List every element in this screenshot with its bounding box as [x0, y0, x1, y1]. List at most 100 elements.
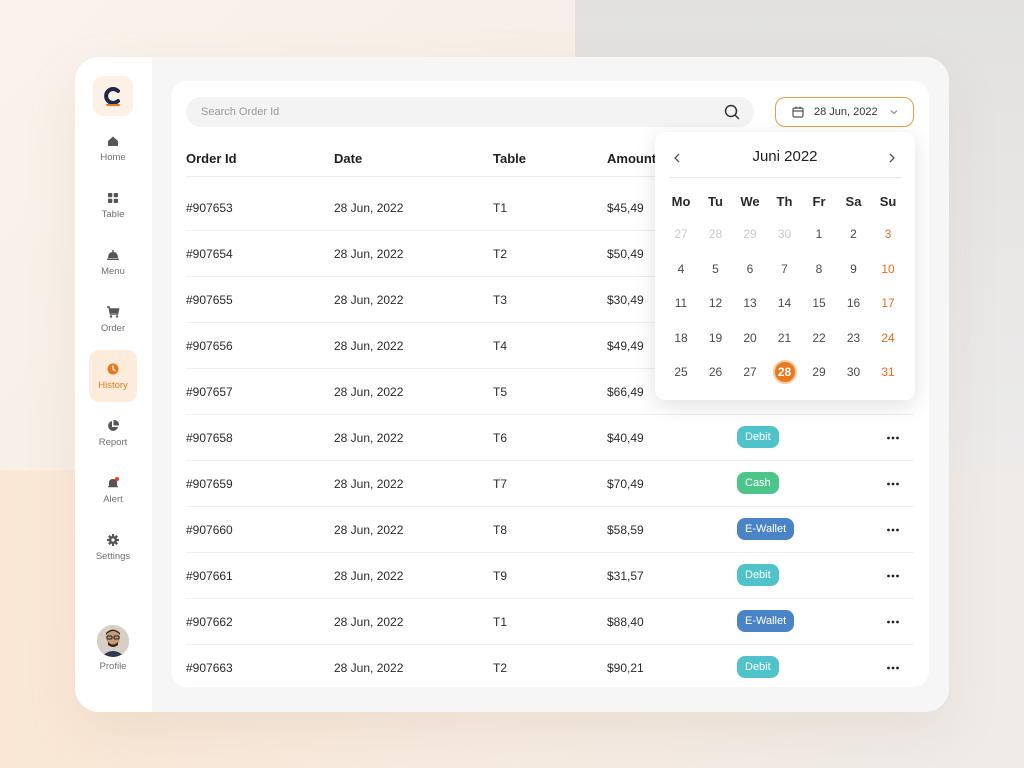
- profile-label[interactable]: Profile: [89, 661, 137, 672]
- payment-badge: Cash: [737, 472, 779, 494]
- more-options-icon[interactable]: [886, 661, 900, 675]
- avatar[interactable]: [97, 625, 129, 657]
- cell-amount: $45,49: [607, 201, 644, 215]
- table-row[interactable]: #907662 28 Jun, 2022 T1 $88,40 E-Wallet: [186, 599, 914, 645]
- calendar-day[interactable]: 27: [738, 360, 762, 384]
- date-picker-popup: Juni 2022 Mo Tu We Th Fr Sa Su 27 28 29 30 1 2 3 4 5 6 7 8…: [655, 132, 915, 400]
- calendar-day[interactable]: 30: [842, 360, 866, 384]
- cell-amount: $31,57: [607, 569, 644, 583]
- calendar-day[interactable]: 21: [773, 326, 797, 350]
- cell-table: T8: [493, 523, 508, 537]
- sidebar-item-order[interactable]: Order: [89, 293, 137, 345]
- header-amount[interactable]: Amount: [607, 151, 656, 166]
- calendar-day[interactable]: 19: [704, 326, 728, 350]
- header-order-id[interactable]: Order Id: [186, 151, 237, 166]
- cell-amount: $40,49: [607, 431, 644, 445]
- cell-order-id: #907654: [186, 247, 233, 261]
- calendar-day[interactable]: 5: [704, 257, 728, 281]
- sidebar-item-history[interactable]: History: [89, 350, 137, 402]
- cell-table: T7: [493, 477, 508, 491]
- search-input[interactable]: [201, 97, 701, 127]
- bell-icon: [108, 476, 119, 487]
- calendar-day[interactable]: 9: [842, 257, 866, 281]
- calendar-day[interactable]: 30: [773, 222, 797, 246]
- calendar-day[interactable]: 17: [876, 291, 900, 315]
- table-row[interactable]: #907660 28 Jun, 2022 T8 $58,59 E-Wallet: [186, 507, 914, 553]
- cell-date: 28 Jun, 2022: [334, 247, 404, 261]
- calendar-day[interactable]: 3: [876, 222, 900, 246]
- cell-order-id: #907658: [186, 431, 233, 445]
- table-row[interactable]: #907663 28 Jun, 2022 T2 $90,21 Debit: [186, 645, 914, 687]
- cell-date: 28 Jun, 2022: [334, 477, 404, 491]
- calendar-day-selected[interactable]: 28: [772, 360, 797, 384]
- cell-table: T1: [493, 615, 508, 629]
- calendar-icon: [792, 106, 804, 118]
- cell-amount: $30,49: [607, 293, 644, 307]
- cell-order-id: #907663: [186, 661, 233, 675]
- calendar-day[interactable]: 7: [773, 257, 797, 281]
- sidebar-item-menu[interactable]: Menu: [89, 236, 137, 288]
- sidebar-item-table[interactable]: Table: [89, 179, 137, 231]
- more-options-icon[interactable]: [886, 477, 900, 491]
- sidebar-item-label: History: [98, 379, 128, 391]
- logo-icon: [104, 87, 120, 106]
- calendar-day[interactable]: 29: [738, 222, 762, 246]
- calendar-day[interactable]: 29: [807, 360, 831, 384]
- date-filter-button[interactable]: 28 Jun, 2022: [775, 97, 914, 127]
- sidebar-item-home[interactable]: Home: [89, 122, 137, 174]
- header-date[interactable]: Date: [334, 151, 362, 166]
- calendar-divider: [669, 177, 901, 178]
- header-table[interactable]: Table: [493, 151, 526, 166]
- calendar-day[interactable]: 18: [669, 326, 693, 350]
- table-row[interactable]: #907661 28 Jun, 2022 T9 $31,57 Debit: [186, 553, 914, 599]
- calendar-day[interactable]: 28: [704, 222, 728, 246]
- cell-order-id: #907660: [186, 523, 233, 537]
- calendar-day[interactable]: 16: [842, 291, 866, 315]
- calendar-day[interactable]: 10: [876, 257, 900, 281]
- calendar-day[interactable]: 12: [704, 291, 728, 315]
- sidebar-item-label: Alert: [103, 493, 123, 505]
- calendar-day[interactable]: 20: [738, 326, 762, 350]
- cloche-icon: [107, 249, 119, 260]
- calendar-day[interactable]: 15: [807, 291, 831, 315]
- calendar-day[interactable]: 6: [738, 257, 762, 281]
- calendar-day[interactable]: 24: [876, 326, 900, 350]
- calendar-day[interactable]: 1: [807, 222, 831, 246]
- calendar-day[interactable]: 22: [807, 326, 831, 350]
- avatar-image: [97, 625, 129, 657]
- cell-table: T2: [493, 247, 508, 261]
- more-options-icon[interactable]: [886, 569, 900, 583]
- cell-order-id: #907655: [186, 293, 233, 307]
- sidebar-item-report[interactable]: Report: [89, 407, 137, 459]
- cell-date: 28 Jun, 2022: [334, 661, 404, 675]
- calendar-day[interactable]: 13: [738, 291, 762, 315]
- sidebar-item-alert[interactable]: Alert: [89, 464, 137, 516]
- sidebar-item-settings[interactable]: Settings: [89, 521, 137, 573]
- calendar-day[interactable]: 31: [876, 360, 900, 384]
- cell-order-id: #907657: [186, 385, 233, 399]
- cell-table: T1: [493, 201, 508, 215]
- calendar-day[interactable]: 11: [669, 291, 693, 315]
- table-row[interactable]: #907658 28 Jun, 2022 T6 $40,49 Debit: [186, 415, 914, 461]
- cell-date: 28 Jun, 2022: [334, 339, 404, 353]
- chevron-down-icon: [890, 110, 898, 115]
- app-logo[interactable]: [93, 76, 133, 116]
- cell-table: T2: [493, 661, 508, 675]
- table-row[interactable]: #907659 28 Jun, 2022 T7 $70,49 Cash: [186, 461, 914, 507]
- calendar-day[interactable]: 4: [669, 257, 693, 281]
- calendar-day[interactable]: 27: [669, 222, 693, 246]
- weekday-label: Mo: [671, 194, 691, 209]
- calendar-day[interactable]: 25: [669, 360, 693, 384]
- more-options-icon[interactable]: [886, 523, 900, 537]
- calendar-day[interactable]: 23: [842, 326, 866, 350]
- calendar-day[interactable]: 2: [842, 222, 866, 246]
- more-options-icon[interactable]: [886, 615, 900, 629]
- payment-badge: Debit: [737, 656, 779, 678]
- calendar-day[interactable]: 26: [704, 360, 728, 384]
- search-bar[interactable]: [186, 97, 754, 127]
- more-options-icon[interactable]: [886, 431, 900, 445]
- search-icon[interactable]: [724, 104, 740, 120]
- chevron-right-icon[interactable]: [886, 152, 898, 164]
- calendar-day[interactable]: 8: [807, 257, 831, 281]
- calendar-day[interactable]: 14: [773, 291, 797, 315]
